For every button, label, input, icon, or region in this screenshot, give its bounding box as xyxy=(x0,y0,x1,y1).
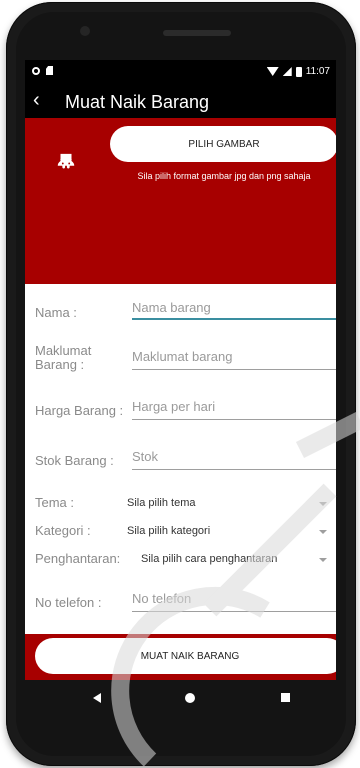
bottom-strip: MUAT NAIK BARANG xyxy=(25,634,336,680)
sd-card-icon xyxy=(46,66,53,75)
harga-label: Harga Barang : xyxy=(35,403,124,418)
status-right: 11:07 xyxy=(266,66,330,77)
nav-recents-icon[interactable] xyxy=(281,693,290,702)
status-bar: 11:07 xyxy=(25,60,336,84)
upload-item-button[interactable]: MUAT NAIK BARANG xyxy=(35,638,336,674)
kategori-dropdown-icon[interactable] xyxy=(319,530,327,534)
navigation-bar xyxy=(25,680,336,716)
kategori-label: Kategori : xyxy=(35,523,91,538)
harga-input[interactable] xyxy=(132,398,336,420)
kategori-select[interactable]: Sila pilih kategori xyxy=(127,525,210,537)
stok-label: Stok Barang : xyxy=(35,453,114,468)
stok-input[interactable] xyxy=(132,448,336,470)
maklumat-label: Maklumat Barang : xyxy=(35,343,92,372)
maklumat-input[interactable] xyxy=(132,348,336,370)
tema-select[interactable]: Sila pilih tema xyxy=(127,497,195,509)
android-icon xyxy=(57,153,75,169)
speaker-grille xyxy=(163,30,231,36)
penghantaran-select[interactable]: Sila pilih cara penghantaran xyxy=(141,553,277,565)
penghantaran-label: Penghantaran: xyxy=(35,551,121,566)
status-left xyxy=(32,66,53,75)
app-bar: ‹ Muat Naik Barang xyxy=(25,84,336,118)
telefon-input[interactable] xyxy=(132,590,336,612)
status-time: 11:07 xyxy=(305,66,330,77)
nama-label: Nama : xyxy=(35,305,77,320)
pick-image-hint: Sila pilih format gambar jpg dan png sah… xyxy=(137,171,311,181)
tema-label: Tema : xyxy=(35,495,75,510)
page-title: Muat Naik Barang xyxy=(65,92,210,112)
back-arrow-icon[interactable]: ‹ xyxy=(33,89,40,111)
tema-dropdown-icon[interactable] xyxy=(319,502,327,506)
notification-icon xyxy=(32,66,40,75)
product-form: Nama : Maklumat Barang : Harga Barang : … xyxy=(25,284,336,634)
front-camera xyxy=(80,26,90,36)
pick-image-button[interactable]: PILIH GAMBAR xyxy=(110,126,336,162)
nav-home-icon[interactable] xyxy=(185,693,195,703)
nama-input[interactable] xyxy=(132,300,336,320)
telefon-label: No telefon : xyxy=(35,595,102,610)
screen: 11:07 ‹ Muat Naik Barang PILIH GAMBAR Si… xyxy=(25,60,336,680)
wifi-icon xyxy=(266,67,279,76)
penghantaran-dropdown-icon[interactable] xyxy=(319,558,327,562)
signal-icon xyxy=(282,67,292,76)
battery-icon xyxy=(295,66,302,77)
image-banner: PILIH GAMBAR Sila pilih format gambar jp… xyxy=(25,118,336,284)
nav-back-icon[interactable] xyxy=(93,693,101,703)
